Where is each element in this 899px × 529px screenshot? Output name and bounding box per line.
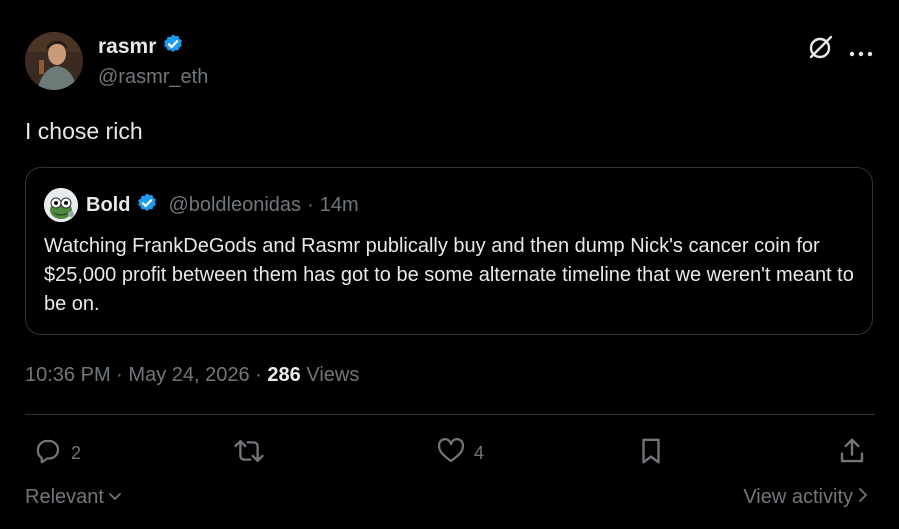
divider	[25, 414, 875, 415]
bookmark-button[interactable]	[637, 436, 665, 471]
bookmark-icon	[637, 436, 665, 471]
verified-badge-icon	[136, 192, 158, 219]
reply-button[interactable]: 2	[33, 436, 81, 471]
views-count: 286	[267, 364, 301, 386]
quoted-tweet-text: Watching FrankDeGods and Rasmr publicall…	[44, 235, 854, 315]
view-activity-link[interactable]: View activity	[743, 486, 869, 509]
view-activity-label: View activity	[743, 486, 853, 508]
grok-icon[interactable]	[808, 34, 834, 60]
tweet-time[interactable]: 10:36 PM	[25, 364, 111, 386]
author-name[interactable]: rasmr	[98, 35, 156, 59]
tweet-metadata: 10:36 PM · May 24, 2026 · 286 Views	[25, 364, 359, 387]
more-options-icon[interactable]	[849, 44, 873, 57]
views-label: Views	[306, 364, 360, 386]
quoted-tweet-card[interactable]: Bold @boldleonidas · 14m Watching FrankD…	[25, 167, 873, 335]
sort-label: Relevant	[25, 486, 104, 508]
quoted-tweet-header: Bold @boldleonidas · 14m	[44, 188, 359, 222]
like-count: 4	[474, 443, 485, 463]
author-info: rasmr @rasmr_eth	[98, 33, 208, 89]
author-avatar[interactable]	[25, 32, 83, 90]
separator-dot: ·	[255, 364, 262, 386]
chevron-right-icon	[857, 486, 869, 509]
share-icon	[837, 436, 867, 471]
repost-icon	[233, 436, 265, 471]
chevron-down-icon	[108, 486, 122, 509]
author-handle[interactable]: @rasmr_eth	[98, 66, 208, 89]
quoted-author-handle[interactable]: @boldleonidas	[168, 194, 301, 217]
separator-dot: ·	[116, 364, 123, 386]
separator-dot: ·	[307, 193, 314, 216]
tweet-text: I chose rich	[25, 118, 143, 144]
quoted-author-name[interactable]: Bold	[86, 194, 130, 217]
like-button[interactable]: 4	[436, 436, 484, 471]
reply-count: 2	[71, 443, 82, 463]
tweet-date[interactable]: May 24, 2026	[128, 364, 249, 386]
share-button[interactable]	[837, 436, 867, 471]
heart-icon	[436, 436, 466, 471]
repost-button[interactable]	[233, 436, 265, 471]
quoted-author-avatar[interactable]	[44, 188, 78, 222]
reply-icon	[33, 436, 63, 471]
sort-replies-dropdown[interactable]: Relevant	[25, 486, 122, 509]
quoted-tweet-time[interactable]: 14m	[320, 194, 359, 217]
verified-badge-icon	[162, 33, 184, 60]
